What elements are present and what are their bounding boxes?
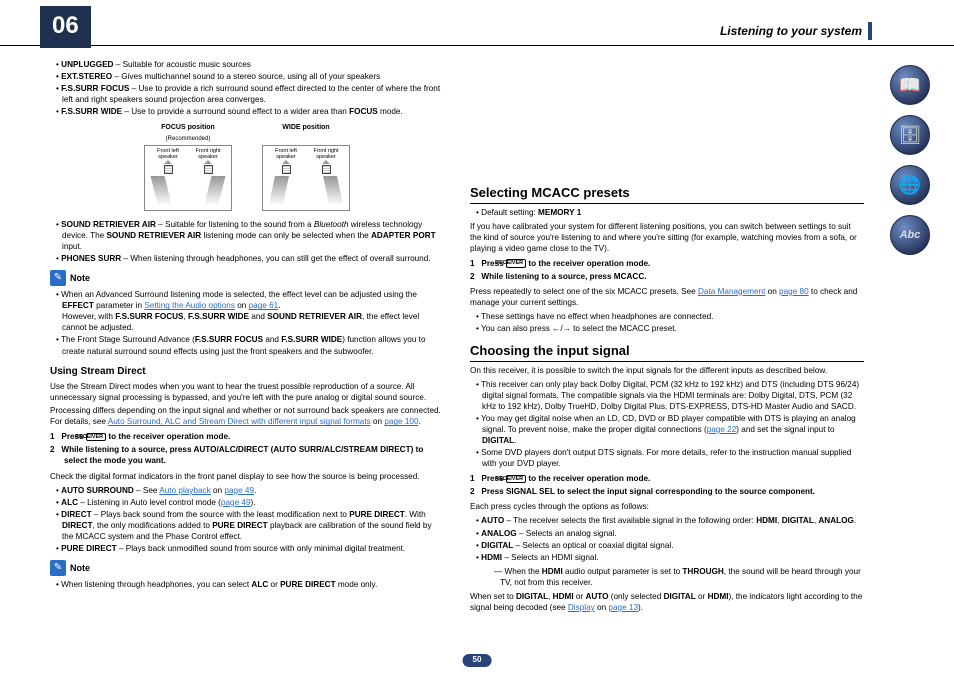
using-stream-direct-heading: Using Stream Direct bbox=[50, 365, 444, 379]
link-page49b[interactable]: page 49 bbox=[221, 498, 251, 507]
link-page100[interactable]: page 100 bbox=[384, 417, 418, 426]
stream-check: Check the digital format indicators in t… bbox=[50, 471, 444, 482]
globe-icon[interactable]: 🌐 bbox=[890, 165, 930, 205]
chapter-number: 06 bbox=[40, 6, 91, 48]
stream-steps: 1 Press RECEIVER to the receiver operati… bbox=[50, 431, 444, 466]
note-header-2: ✎ Note bbox=[50, 560, 444, 576]
speaker-diagram: FOCUS position (Recommended) Front left … bbox=[50, 123, 444, 211]
input-tail: When set to DIGITAL, HDMI or AUTO (only … bbox=[470, 591, 864, 613]
note-icon: ✎ bbox=[50, 560, 66, 576]
link-page61[interactable]: page 61 bbox=[249, 301, 279, 310]
stream-modes: AUTO SURROUND – See Auto playback on pag… bbox=[50, 485, 444, 554]
link-page13[interactable]: page 13 bbox=[608, 603, 638, 612]
input-options: AUTO – The receiver selects the first av… bbox=[470, 515, 864, 587]
cabinet-icon[interactable]: 🗄 bbox=[890, 115, 930, 155]
receiver-button: RECEIVER bbox=[86, 433, 106, 442]
after-diagram-list: SOUND RETRIEVER AIR – Suitable for liste… bbox=[50, 219, 444, 264]
abc-icon[interactable]: Abc bbox=[890, 215, 930, 255]
selecting-mcacc-heading: Selecting MCACC presets bbox=[470, 184, 864, 204]
input-intro: On this receiver, it is possible to swit… bbox=[470, 365, 864, 376]
link-page80[interactable]: page 80 bbox=[779, 287, 809, 296]
page-content: UNPLUGGED – Suitable for acoustic music … bbox=[50, 56, 864, 645]
side-nav: 📖 🗄 🌐 Abc bbox=[890, 65, 930, 255]
receiver-button: RECEIVER bbox=[506, 259, 526, 268]
stream-intro: Use the Stream Direct modes when you wan… bbox=[50, 381, 444, 403]
input-notes: This receiver can only play back Dolby D… bbox=[470, 379, 864, 470]
book-icon[interactable]: 📖 bbox=[890, 65, 930, 105]
section-title: Listening to your system bbox=[720, 22, 872, 40]
link-auto-playback[interactable]: Auto playback bbox=[159, 486, 210, 495]
choosing-input-heading: Choosing the input signal bbox=[470, 342, 864, 362]
mcacc-steps: 1 Press RECEIVER to the receiver operati… bbox=[470, 258, 864, 282]
link-display[interactable]: Display bbox=[568, 603, 595, 612]
surround-mode-list: UNPLUGGED – Suitable for acoustic music … bbox=[50, 59, 444, 117]
input-steps: 1 Press RECEIVER to the receiver operati… bbox=[470, 473, 864, 497]
note2-list: When listening through headphones, you c… bbox=[50, 579, 444, 590]
link-stream-formats[interactable]: Auto Surround, ALC and Stream Direct wit… bbox=[108, 417, 371, 426]
receiver-button: RECEIVER bbox=[506, 475, 526, 484]
stream-intro2: Processing differs depending on the inpu… bbox=[50, 405, 444, 427]
link-page49a[interactable]: page 49 bbox=[224, 486, 254, 495]
note1-list: When an Advanced Surround listening mode… bbox=[50, 289, 444, 356]
mcacc-intro: If you have calibrated your system for d… bbox=[470, 221, 864, 254]
link-audio-options[interactable]: Setting the Audio options bbox=[144, 301, 235, 310]
mcacc-default: Default setting: MEMORY 1 bbox=[470, 207, 864, 218]
input-cycle: Each press cycles through the options as… bbox=[470, 501, 864, 512]
link-page22[interactable]: page 22 bbox=[707, 425, 737, 434]
link-data-management[interactable]: Data Management bbox=[698, 287, 765, 296]
note-icon: ✎ bbox=[50, 270, 66, 286]
mcacc-notes: These settings have no effect when headp… bbox=[470, 311, 864, 334]
mcacc-after: Press repeatedly to select one of the si… bbox=[470, 286, 864, 308]
note-header-1: ✎ Note bbox=[50, 270, 444, 286]
page-number: 50 bbox=[463, 654, 492, 667]
